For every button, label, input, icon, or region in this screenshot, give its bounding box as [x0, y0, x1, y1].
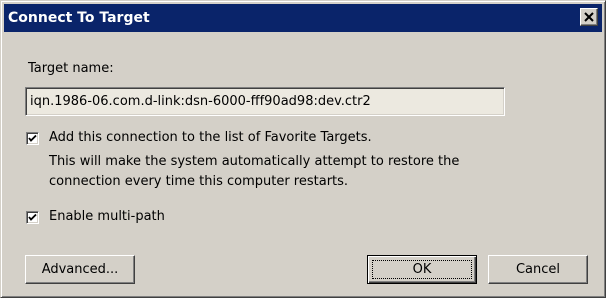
checkmark-icon [28, 213, 37, 221]
dialog-title: Connect To Target [8, 10, 150, 26]
checkmark-icon [28, 134, 37, 142]
advanced-button-label: Advanced... [41, 262, 119, 277]
cancel-button[interactable]: Cancel [488, 255, 588, 284]
close-icon [584, 12, 594, 22]
favorite-description-line1: This will make the system automatically … [49, 154, 460, 169]
close-button[interactable] [580, 8, 598, 26]
connect-to-target-dialog: Connect To Target Target name: iqn.1986-… [0, 0, 606, 298]
ok-button-label: OK [412, 262, 432, 277]
advanced-button[interactable]: Advanced... [25, 255, 135, 284]
target-name-field[interactable]: iqn.1986-06.com.d-link:dsn-6000-fff90ad9… [25, 87, 505, 116]
multipath-checkbox[interactable] [26, 211, 39, 224]
cancel-button-label: Cancel [515, 262, 561, 277]
target-name-value: iqn.1986-06.com.d-link:dsn-6000-fff90ad9… [30, 94, 371, 109]
ok-button[interactable]: OK [367, 255, 477, 284]
target-name-label: Target name: [28, 61, 114, 76]
favorite-targets-label[interactable]: Add this connection to the list of Favor… [49, 130, 372, 145]
favorite-description-line2: connection every time this computer rest… [49, 174, 349, 189]
multipath-label[interactable]: Enable multi-path [49, 209, 165, 224]
favorite-targets-checkbox[interactable] [26, 132, 39, 145]
title-bar: Connect To Target [4, 4, 602, 32]
